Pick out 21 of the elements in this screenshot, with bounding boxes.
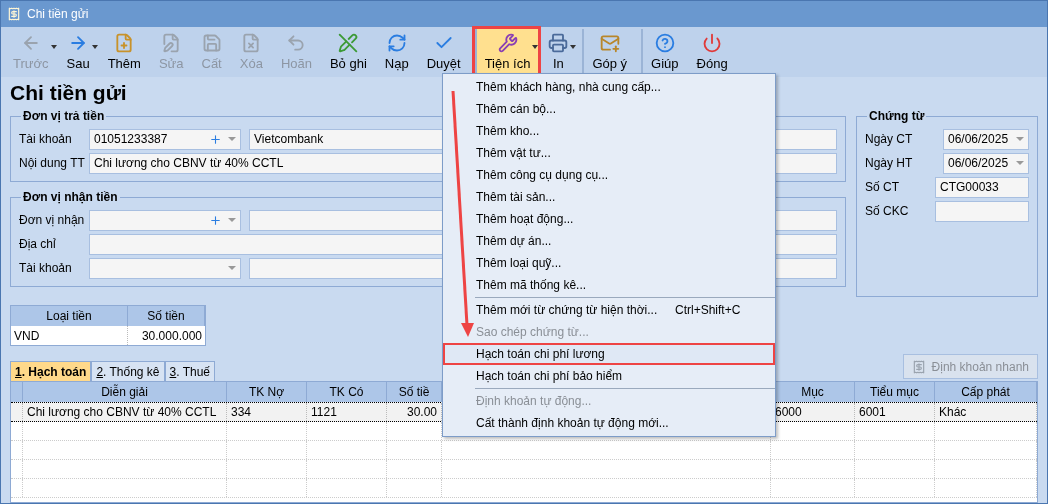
field-label: Ngày CT bbox=[865, 131, 914, 148]
field-label: Nội dung TT bbox=[19, 155, 86, 172]
table-cell-text: 30.000.000 bbox=[140, 327, 203, 345]
table-cell: Chi lương cho CBNV từ 40% CCTL bbox=[23, 403, 227, 421]
table-cell: 334 bbox=[227, 403, 307, 421]
group-title: Đơn vị trả tiền bbox=[22, 108, 106, 125]
field-label: Ngày HT bbox=[865, 155, 914, 172]
field-label: Đơn vị nhận bbox=[19, 212, 86, 229]
field-label: Số CT bbox=[865, 179, 900, 196]
group-title: Đơn vị nhận tiền bbox=[22, 189, 119, 206]
group-title: Chứng từ bbox=[868, 108, 926, 125]
field-label: Địa chỉ bbox=[19, 236, 57, 253]
table-cell: 1121 bbox=[307, 403, 387, 421]
window-title: Chi tiền gửi bbox=[27, 6, 89, 23]
page-heading: Chi tiền gửi bbox=[10, 80, 127, 106]
field-label: Tài khoản bbox=[19, 260, 73, 277]
table-cell: Khác bbox=[935, 403, 1037, 421]
field-label: Số CKC bbox=[865, 203, 910, 220]
table-cell: VND bbox=[11, 326, 128, 345]
table-cell: 6001 bbox=[855, 403, 935, 421]
field-label: Tài khoản bbox=[19, 131, 73, 148]
